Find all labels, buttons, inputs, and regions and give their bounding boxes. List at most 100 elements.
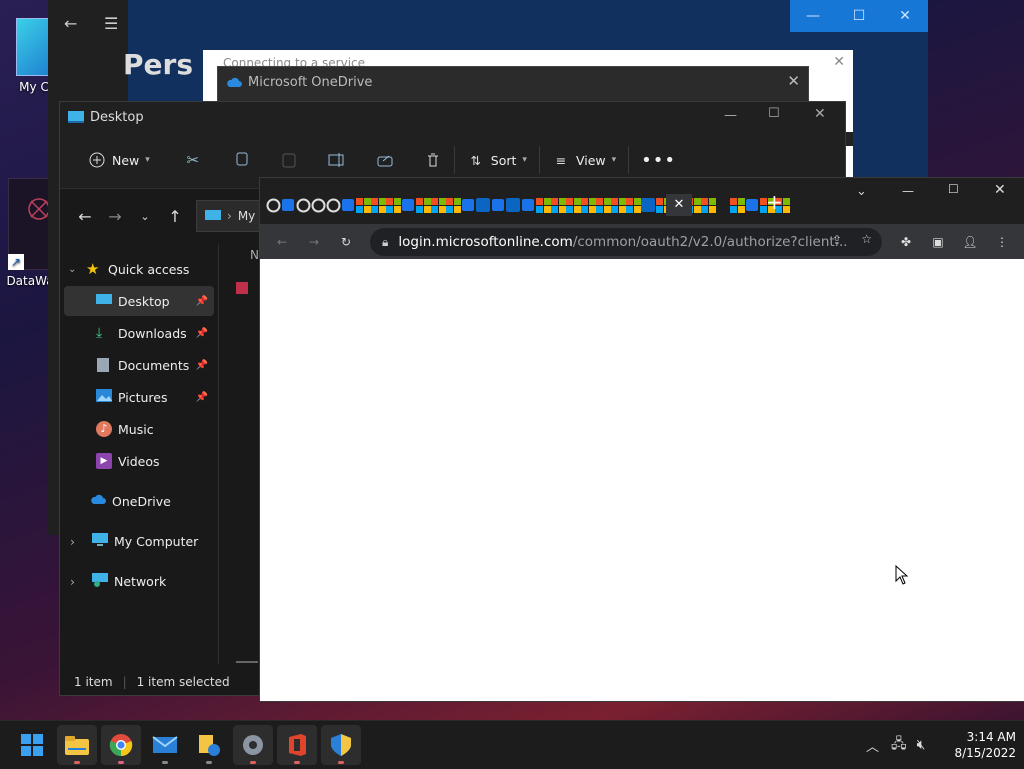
taskbar-security[interactable] — [321, 725, 361, 765]
taskbar-chrome[interactable] — [101, 725, 141, 765]
reload-icon[interactable]: ↻ — [332, 228, 360, 256]
microsoft-tab-favicon-icon[interactable] — [371, 197, 386, 213]
network-status-icon[interactable]: 🖧︎ — [891, 733, 907, 757]
new-button[interactable]: New ▾ — [80, 143, 158, 177]
taskbar-office[interactable] — [277, 725, 317, 765]
linkedin-tab-favicon-icon[interactable] — [641, 197, 656, 213]
nav-pictures[interactable]: Pictures 📌 — [64, 382, 214, 412]
pin-icon[interactable]: 📌 — [196, 296, 208, 307]
outlook-tab-favicon-icon[interactable] — [491, 198, 506, 213]
close-icon[interactable]: ✕ — [787, 72, 800, 90]
pin-icon[interactable]: 📌 — [196, 328, 208, 339]
cut-button[interactable]: ✂ — [176, 143, 210, 177]
maximize-button[interactable]: ☐ — [836, 0, 882, 32]
linkedin-tab-favicon-icon[interactable] — [506, 197, 521, 213]
active-tab-close-icon[interactable]: ✕ — [666, 194, 692, 216]
forward-arrow-icon[interactable]: → — [100, 201, 130, 231]
microsoft-tab-favicon-icon[interactable] — [581, 197, 596, 213]
google-tab-favicon-icon[interactable] — [326, 198, 341, 213]
maximize-button[interactable]: ☐ — [948, 182, 959, 196]
nav-onedrive[interactable]: OneDrive — [64, 486, 214, 516]
share-icon[interactable]: ⇪ — [832, 233, 842, 247]
up-arrow-icon[interactable]: ↑ — [160, 201, 190, 231]
microsoft-tab-favicon-icon[interactable] — [386, 197, 401, 213]
google-tab-favicon-icon[interactable] — [266, 198, 281, 213]
microsoft-tab-favicon-icon[interactable] — [730, 197, 745, 213]
minimize-icon[interactable]: — — [724, 108, 737, 123]
microsoft-tab-favicon-icon[interactable] — [566, 197, 581, 213]
show-hidden-icons-chevron-icon[interactable]: ︿ — [866, 736, 879, 755]
microsoft-tab-favicon-icon[interactable] — [356, 197, 371, 213]
microsoft-tab-favicon-icon[interactable] — [626, 197, 641, 213]
extensions-puzzle-icon[interactable]: ✤ — [892, 228, 920, 256]
delete-button[interactable] — [416, 143, 450, 177]
outlook-tab-favicon-icon[interactable] — [341, 198, 356, 213]
close-icon[interactable]: ✕ — [833, 54, 845, 70]
file-shortcut-icon[interactable] — [236, 282, 248, 294]
volume-muted-icon[interactable]: 🔇︎ — [917, 737, 926, 753]
linkedin-tab-favicon-icon[interactable] — [476, 197, 491, 213]
back-arrow-icon[interactable]: ← — [268, 228, 296, 256]
page-content[interactable] — [260, 259, 1024, 699]
address-bar[interactable]: 🔒︎ login.microsoftonline.com/common/oaut… — [370, 228, 882, 256]
close-button[interactable]: ✕ — [882, 0, 928, 32]
copy-button[interactable] — [224, 143, 258, 177]
close-button[interactable]: ✕ — [994, 182, 1006, 198]
close-icon[interactable]: ✕ — [814, 106, 826, 122]
microsoft-tab-favicon-icon[interactable] — [416, 197, 431, 213]
back-arrow-icon[interactable]: ← — [70, 201, 100, 231]
taskbar-mail[interactable] — [145, 725, 185, 765]
microsoft-tab-favicon-icon[interactable] — [536, 197, 551, 213]
scrollbar-thumb[interactable] — [236, 661, 258, 663]
more-options-button[interactable]: ••• — [633, 143, 684, 177]
taskbar-file-share[interactable] — [189, 725, 229, 765]
clock[interactable]: 3:14 AM 8/15/2022 — [946, 729, 1016, 761]
google-tab-favicon-icon[interactable] — [296, 198, 311, 213]
microsoft-tab-favicon-icon[interactable] — [551, 197, 566, 213]
microsoft-tab-favicon-icon[interactable] — [611, 197, 626, 213]
pin-icon[interactable]: 📌 — [196, 392, 208, 403]
new-tab-button[interactable]: + — [766, 190, 783, 214]
microsoft-tab-favicon-icon[interactable] — [701, 197, 716, 213]
nav-downloads[interactable]: ⤓ Downloads 📌 — [64, 318, 214, 348]
nav-documents[interactable]: Documents 📌 — [64, 350, 214, 380]
start-button[interactable] — [12, 725, 52, 765]
outlook-tab-favicon-icon[interactable] — [401, 198, 416, 213]
view-button[interactable]: ≡ View ▾ — [544, 143, 624, 177]
profile-avatar-icon[interactable]: 👤︎ — [956, 228, 984, 256]
outlook-tab-favicon-icon[interactable] — [745, 198, 760, 213]
microsoft-tab-favicon-icon[interactable] — [446, 197, 461, 213]
outlook-tab-favicon-icon[interactable] — [281, 198, 296, 213]
nav-quick-access[interactable]: ⌄ ★ Quick access — [64, 254, 214, 284]
nav-videos[interactable]: ▶ Videos — [64, 446, 214, 476]
rename-icon — [328, 151, 346, 169]
pin-icon[interactable]: 📌 — [196, 360, 208, 371]
recent-chevron-icon[interactable]: ⌄ — [130, 201, 160, 231]
taskbar-settings[interactable] — [233, 725, 273, 765]
nav-network[interactable]: › Network — [64, 566, 214, 596]
side-panel-icon[interactable]: ▣ — [924, 228, 952, 256]
nav-music[interactable]: ♪ Music — [64, 414, 214, 444]
rename-button[interactable] — [320, 143, 354, 177]
sort-button[interactable]: ⇅ Sort ▾ — [459, 143, 535, 177]
minimize-button[interactable]: — — [902, 184, 914, 198]
menu-kebab-icon[interactable]: ⋮ — [988, 228, 1016, 256]
paste-button[interactable] — [272, 143, 306, 177]
microsoft-tab-favicon-icon[interactable] — [596, 197, 611, 213]
share-button[interactable] — [368, 143, 402, 177]
hamburger-menu-icon[interactable]: ☰ — [104, 14, 118, 33]
outlook-tab-favicon-icon[interactable] — [461, 198, 476, 213]
maximize-icon[interactable]: ☐ — [768, 106, 780, 121]
tab-search-chevron-icon[interactable]: ⌄ — [856, 184, 867, 199]
title-bar: Desktop — ☐ ✕ — [60, 102, 845, 132]
nav-desktop[interactable]: Desktop 📌 — [64, 286, 214, 316]
google-tab-favicon-icon[interactable] — [311, 198, 326, 213]
minimize-button[interactable]: — — [790, 0, 836, 32]
back-arrow-icon[interactable]: ← — [64, 14, 77, 33]
microsoft-tab-favicon-icon[interactable] — [431, 197, 446, 213]
taskbar-file-explorer[interactable] — [57, 725, 97, 765]
bookmark-star-icon[interactable]: ☆ — [861, 232, 872, 246]
nav-my-computer[interactable]: › My Computer — [64, 526, 214, 556]
forward-arrow-icon[interactable]: → — [300, 228, 328, 256]
outlook-tab-favicon-icon[interactable] — [521, 198, 536, 213]
